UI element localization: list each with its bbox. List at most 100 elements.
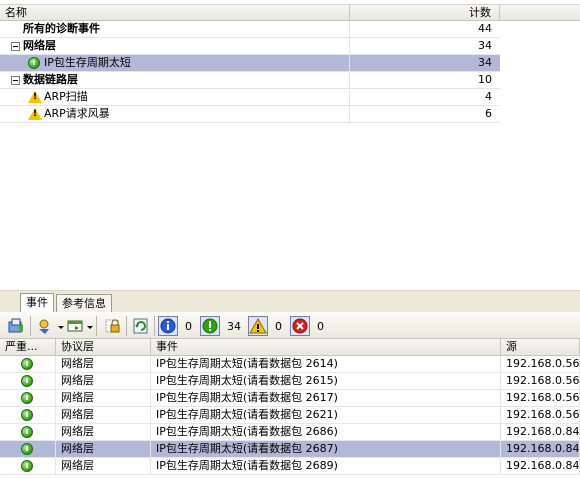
refresh-button[interactable] <box>131 316 151 336</box>
event-severity-cell <box>0 373 56 389</box>
event-description-cell: IP包生存周期太短(请看数据包 2687) <box>151 441 501 457</box>
lock-icon <box>105 319 120 333</box>
tree-row-count: 6 <box>485 107 492 120</box>
event-protocol-cell: 网络层 <box>56 458 151 474</box>
event-row[interactable]: 网络层 IP包生存周期太短(请看数据包 2689) 192.168.0.84 <box>0 458 580 475</box>
event-row[interactable]: 网络层 IP包生存周期太短(请看数据包 2615) 192.168.0.56 <box>0 373 580 390</box>
filter-icon <box>39 319 49 334</box>
event-description-cell: IP包生存周期太短(请看数据包 2621) <box>151 407 501 423</box>
view-options-dropdown-caret[interactable] <box>87 326 93 329</box>
event-source-cell: 192.168.0.84 <box>501 424 580 440</box>
event-protocol-cell: 网络层 <box>56 441 151 457</box>
view-options-button[interactable] <box>66 316 86 336</box>
event-row[interactable]: 网络层 IP包生存周期太短(请看数据包 2621) 192.168.0.56 <box>0 407 580 424</box>
column-header-event[interactable]: 事件 <box>151 339 501 355</box>
tree-row[interactable]: 网络层 34 <box>0 38 500 55</box>
error-filter-toggle[interactable] <box>290 316 310 336</box>
diagnosis-tree-grid: 名称 计数 所有的诊断事件 44 网络层 34 IP包生存周期太短 34 数据链路层 10 AR… <box>0 0 580 290</box>
tree-row-name-cell: ARP请求风暴 <box>0 106 350 122</box>
column-header-severity[interactable]: 严重... <box>0 339 56 355</box>
tree-row-count: 10 <box>478 73 492 86</box>
lock-button[interactable] <box>102 316 122 336</box>
event-severity-cell <box>0 458 56 474</box>
warning-icon <box>249 317 267 334</box>
event-protocol-cell: 网络层 <box>56 424 151 440</box>
tree-row[interactable]: IP包生存周期太短 34 <box>0 55 500 72</box>
tree-row-label: 网络层 <box>23 39 56 52</box>
warning-filter-toggle[interactable] <box>248 316 268 336</box>
view-options-icon <box>67 320 83 332</box>
event-description-cell: IP包生存周期太短(请看数据包 2686) <box>151 424 501 440</box>
event-row[interactable]: 网络层 IP包生存周期太短(请看数据包 2687) 192.168.0.84 <box>0 441 580 458</box>
event-severity-cell <box>0 407 56 423</box>
ok-icon <box>21 392 33 404</box>
tree-row[interactable]: 数据链路层 10 <box>0 72 500 89</box>
events-header: 严重... 协议层 事件 源 <box>0 339 580 356</box>
event-source-cell: 192.168.0.84 <box>501 458 580 474</box>
collapse-icon[interactable] <box>11 76 20 85</box>
column-header-source[interactable]: 源 <box>501 339 580 355</box>
tree-row[interactable]: ARP扫描 4 <box>0 89 500 106</box>
event-severity-cell <box>0 390 56 406</box>
tree-row-label: IP包生存周期太短 <box>44 56 131 69</box>
event-row[interactable]: 网络层 IP包生存周期太短(请看数据包 2614) 192.168.0.56 <box>0 356 580 373</box>
ok-count: 34 <box>227 320 241 333</box>
event-severity-cell <box>0 356 56 372</box>
tree-row[interactable]: ARP请求风暴 6 <box>0 106 500 123</box>
tree-row-count: 44 <box>478 22 492 35</box>
export-icon <box>8 318 23 333</box>
collapse-icon[interactable] <box>11 42 20 51</box>
events-list: 严重... 协议层 事件 源 网络层 IP包生存周期太短(请看数据包 2614) 1… <box>0 339 580 479</box>
warn-icon <box>28 91 42 103</box>
tree-row-label: ARP请求风暴 <box>44 107 110 120</box>
ok-icon <box>28 57 40 69</box>
error-count: 0 <box>317 320 324 333</box>
ok-icon <box>21 375 33 387</box>
ok-icon <box>21 426 33 438</box>
event-source-cell: 192.168.0.56 <box>501 390 580 406</box>
filter-button[interactable] <box>36 316 56 336</box>
column-header-name[interactable]: 名称 <box>0 5 350 21</box>
column-header-protocol[interactable]: 协议层 <box>56 339 151 355</box>
ok-filter-toggle[interactable] <box>200 316 220 336</box>
tree-row[interactable]: 所有的诊断事件 44 <box>0 21 500 38</box>
tree-row-name-cell: 数据链路层 <box>0 72 350 88</box>
tree-row-count: 34 <box>478 39 492 52</box>
tree-row-count: 34 <box>478 56 492 69</box>
event-row[interactable]: 网络层 IP包生存周期太短(请看数据包 2617) 192.168.0.56 <box>0 390 580 407</box>
event-protocol-cell: 网络层 <box>56 356 151 372</box>
event-description-cell: IP包生存周期太短(请看数据包 2615) <box>151 373 501 389</box>
tree-row-name-cell: ARP扫描 <box>0 89 350 105</box>
refresh-icon <box>133 318 148 334</box>
tree-row-name-cell: 网络层 <box>0 38 350 54</box>
tree-row-label: 所有的诊断事件 <box>23 22 100 35</box>
export-button[interactable] <box>6 316 26 336</box>
event-protocol-cell: 网络层 <box>56 407 151 423</box>
event-severity-cell <box>0 424 56 440</box>
tab-reference-info[interactable]: 参考信息 <box>56 294 112 313</box>
event-protocol-cell: 网络层 <box>56 390 151 406</box>
ok-icon <box>21 409 33 421</box>
tree-row-label: 数据链路层 <box>23 73 78 86</box>
event-description-cell: IP包生存周期太短(请看数据包 2617) <box>151 390 501 406</box>
event-protocol-cell: 网络层 <box>56 373 151 389</box>
event-source-cell: 192.168.0.56 <box>501 356 580 372</box>
event-description-cell: IP包生存周期太短(请看数据包 2614) <box>151 356 501 372</box>
filter-dropdown-caret[interactable] <box>58 326 64 329</box>
tree-header: 名称 计数 <box>0 4 580 21</box>
event-source-cell: 192.168.0.84 <box>501 441 580 457</box>
event-row[interactable]: 网络层 IP包生存周期太短(请看数据包 2686) 192.168.0.84 <box>0 424 580 441</box>
tree-row-count: 4 <box>485 90 492 103</box>
bottom-tab-strip: 事件 参考信息 <box>0 290 580 313</box>
column-header-count[interactable]: 计数 <box>350 5 500 21</box>
tree-row-name-cell: IP包生存周期太短 <box>0 55 350 71</box>
info-filter-toggle[interactable] <box>158 316 178 336</box>
ok-icon <box>202 318 218 334</box>
events-toolbar: 0 34 0 0 <box>0 312 580 339</box>
event-source-cell: 192.168.0.56 <box>501 407 580 423</box>
warn-icon <box>28 108 42 120</box>
tab-events[interactable]: 事件 <box>20 293 54 313</box>
info-icon <box>160 318 176 334</box>
ok-icon <box>21 460 33 472</box>
tree-row-name-cell: 所有的诊断事件 <box>0 21 350 37</box>
